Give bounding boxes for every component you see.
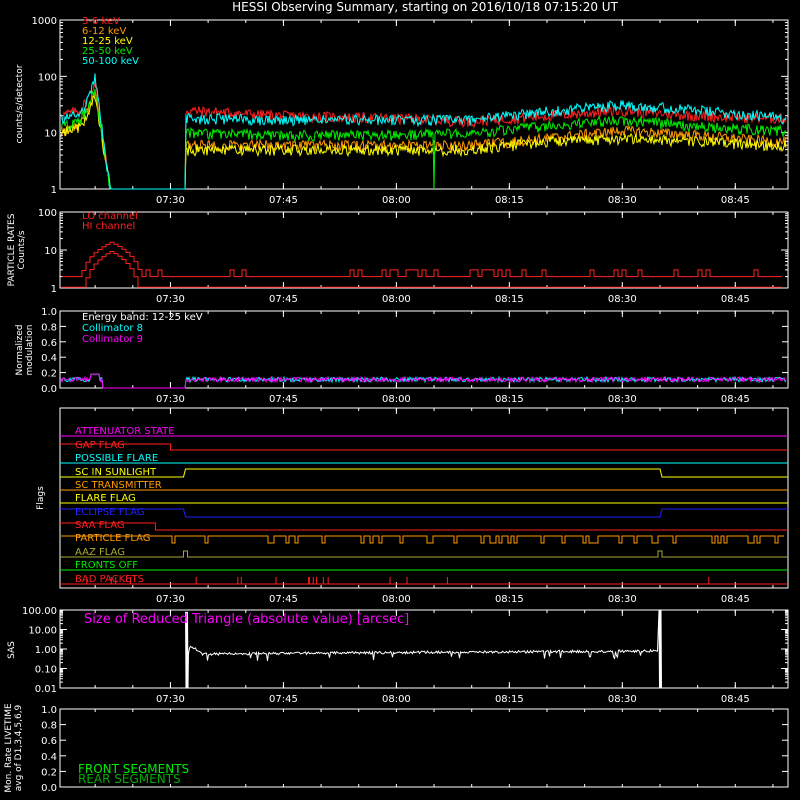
x-tick-label: 08:30 [608, 394, 637, 405]
x-tick-label: 07:45 [269, 594, 298, 605]
livetime-ylabel: Mon. Rate LIVETIME [4, 703, 14, 793]
x-tick-label: 08:30 [608, 195, 637, 206]
sas-y-tick-label: 0.10 [35, 665, 57, 676]
x-tick-label: 08:45 [721, 394, 750, 405]
livetime-y-tick-label: 1.0 [41, 705, 57, 716]
count-rate-y-tick-label: 100 [38, 72, 57, 83]
livetime-legend-rear: REAR SEGMENTS [78, 772, 181, 786]
sas-y-tick-label: 10.00 [28, 626, 57, 637]
modulation-y-tick-label: 1.0 [41, 307, 57, 318]
flag-label: AAZ FLAG [75, 547, 125, 558]
flag-label: POSSIBLE FLARE [75, 453, 158, 464]
x-tick-label: 08:00 [382, 694, 411, 705]
modulation-y-tick-label: 0.8 [41, 322, 57, 333]
count-rate-y-tick-label: 10 [44, 129, 57, 140]
livetime-y-tick-label: 0.4 [41, 752, 57, 763]
sas-ylabel: SAS [7, 641, 17, 659]
x-tick-label: 08:00 [382, 594, 411, 605]
x-tick-label: 08:45 [721, 694, 750, 705]
flag-label: PARTICLE FLAG [75, 533, 151, 544]
modulation-y-tick-label: 0.4 [41, 353, 57, 364]
x-tick-label: 08:15 [495, 195, 524, 206]
particle-rate-ylabel: Counts/s [17, 230, 27, 269]
x-tick-label: 07:30 [156, 394, 185, 405]
livetime-y-tick-label: 0.0 [41, 783, 57, 794]
modulation-ylabel: Normalized [15, 324, 25, 375]
modulation-y-tick-label: 0.6 [41, 338, 57, 349]
x-tick-label: 08:00 [382, 195, 411, 206]
flag-label: SAA FLAG [75, 520, 125, 531]
sas-y-tick-label: 100.00 [22, 606, 57, 617]
x-tick-label: 08:45 [721, 294, 750, 305]
x-tick-label: 07:30 [156, 694, 185, 705]
flag-label: FLARE FLAG [75, 493, 136, 504]
count-rate-y-tick-label: 1 [51, 185, 57, 196]
x-tick-label: 07:45 [269, 294, 298, 305]
modulation-ylabel: modulation [25, 325, 35, 376]
x-tick-label: 07:30 [156, 594, 185, 605]
chart-title: HESSI Observing Summary, starting on 201… [232, 0, 618, 14]
modulation-annotation: Energy band: 12-25 keV [82, 312, 203, 323]
x-tick-label: 08:15 [495, 694, 524, 705]
x-tick-label: 08:00 [382, 294, 411, 305]
flag-label: BAD PACKETS [75, 574, 144, 585]
x-tick-label: 07:45 [269, 694, 298, 705]
sas-y-tick-label: 1.00 [35, 645, 57, 656]
sas-annotation: Size of Reduced Triangle (absolute value… [84, 612, 409, 627]
count-rate-y-tick-label: 1000 [32, 16, 57, 27]
livetime-ylabel: avg of D1,3,4,5,6,9 [14, 704, 24, 791]
x-tick-label: 08:15 [495, 294, 524, 305]
x-tick-label: 08:30 [608, 294, 637, 305]
x-tick-label: 08:15 [495, 394, 524, 405]
livetime-y-tick-label: 0.6 [41, 736, 57, 747]
flag-label: GAP FLAG [75, 440, 125, 451]
count-rate-legend-item: 50-100 keV [82, 56, 139, 67]
x-tick-label: 08:45 [721, 195, 750, 206]
x-tick-label: 08:45 [721, 594, 750, 605]
flag-label: FRONTS OFF [75, 560, 138, 571]
particle-rate-ylabel: PARTICLE RATES [7, 213, 17, 286]
modulation-legend-c8: Collimator 8 [82, 323, 143, 334]
modulation-legend-c9: Collimator 9 [82, 334, 143, 345]
x-tick-label: 08:15 [495, 594, 524, 605]
flag-label: SC IN SUNLIGHT [75, 467, 157, 478]
particle-legend-hi: HI channel [82, 221, 135, 232]
x-tick-label: 08:30 [608, 594, 637, 605]
count-rate-ylabel: counts/s/detector [15, 64, 25, 143]
flag-label: ECLIPSE FLAG [75, 507, 145, 518]
particle-rate-y-tick-label: 100 [38, 208, 57, 219]
sas-y-tick-label: 0.01 [35, 684, 57, 695]
modulation-y-tick-label: 0.2 [41, 369, 57, 380]
particle-rate-y-tick-label: 10 [44, 246, 57, 257]
livetime-y-tick-label: 0.2 [41, 767, 57, 778]
flag-label: SC TRANSMITTER [75, 480, 162, 491]
hessi-summary-chart: HESSI Observing Summary, starting on 201… [0, 0, 800, 800]
x-tick-label: 08:00 [382, 394, 411, 405]
x-tick-label: 07:45 [269, 394, 298, 405]
particle-rate-y-tick-label: 1 [51, 284, 57, 295]
x-tick-label: 08:30 [608, 694, 637, 705]
livetime-y-tick-label: 0.8 [41, 721, 57, 732]
flags-ylabel: Flags [36, 486, 46, 510]
modulation-y-tick-label: 0.0 [41, 384, 57, 395]
x-tick-label: 07:30 [156, 294, 185, 305]
x-tick-label: 07:45 [269, 195, 298, 206]
flag-label: ATTENUATOR STATE [75, 426, 175, 437]
x-tick-label: 07:30 [156, 195, 185, 206]
